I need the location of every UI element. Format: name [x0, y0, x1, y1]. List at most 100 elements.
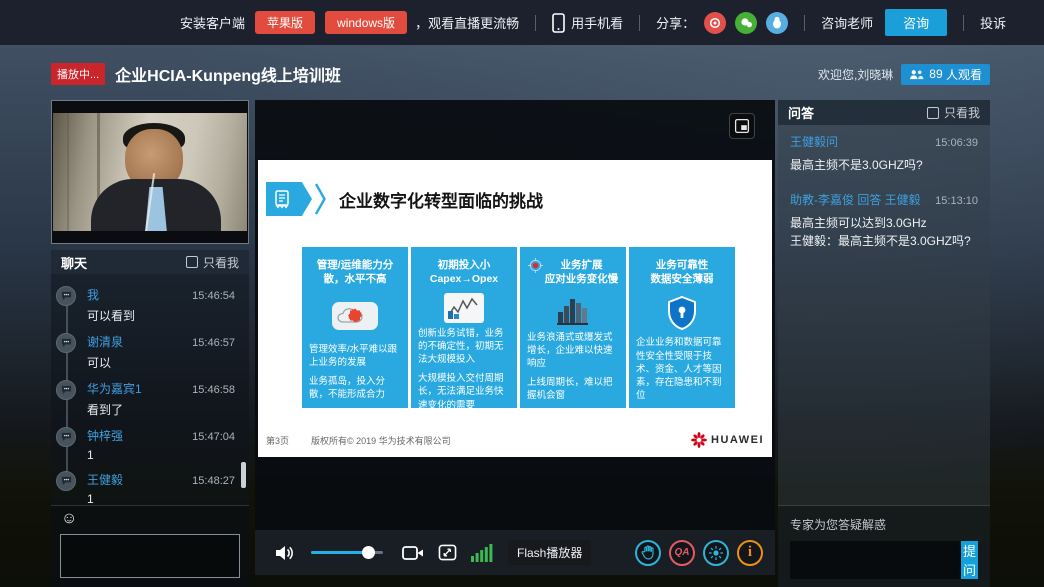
message-text: 1 — [87, 492, 235, 505]
settings-button[interactable] — [703, 540, 729, 566]
weibo-icon[interactable] — [704, 12, 726, 34]
huawei-wordmark: HUAWEI — [711, 434, 764, 446]
presentation-player: 企业数字化转型面临的挑战 管理/运维能力分散，水平不高 管理效率/水平难以跟上业… — [255, 100, 775, 575]
qa-list: 王健毅问 15:06:39 最高主频不是3.0GHZ吗? 助教-李嘉俊 回答 王… — [778, 125, 990, 275]
chat-header: 聊天 只看我 — [51, 250, 249, 274]
qa-only-me-label: 只看我 — [944, 104, 980, 121]
qa-answerer-name: 助教-李嘉俊 回答 王健毅 — [790, 191, 921, 208]
qa-panel: 问答 只看我 王健毅问 15:06:39 最高主频不是3.0GHZ吗? 助教-李… — [778, 100, 990, 587]
chevron-icon — [314, 182, 327, 216]
challenge-box: 业务可靠性 数据安全薄弱 企业业务和数据可靠性安全性受限于技术、资金、人才等因素… — [629, 247, 735, 408]
apple-version-button[interactable]: 苹果版 — [255, 11, 315, 34]
live-classroom-screen: 安装客户端 苹果版 windows版 ，观看直播更流畅 用手机看 分享： 咨询老… — [0, 0, 1044, 587]
emoji-button[interactable]: ☺ — [61, 511, 77, 527]
huawei-logo: HUAWEI — [691, 432, 764, 448]
sender-name: 我 — [87, 286, 99, 303]
chat-message-list: 我15:46:54 可以看到 谢清泉15:46:57 可以 华为嘉宾115:46… — [51, 274, 249, 505]
qa-ask-section: 专家为您答疑解惑 提问 — [778, 505, 990, 587]
box-body: 创新业务试错，业务的不确定性，初期无法大规模投入大规模投入交付周期长，无法满足业… — [411, 323, 517, 418]
timestamp: 15:46:54 — [192, 290, 235, 302]
chat-message: 我 15:46:54 可以看到 — [51, 286, 249, 324]
chat-bubble-avatar-icon — [56, 286, 76, 306]
challenge-box: 初期投入小 Capex→Opex 创新业务试错，业务的不确定性，初期无法大规模投… — [411, 247, 517, 408]
room-title: 企业HCIA-Kunpeng线上培训班 — [115, 62, 341, 86]
windows-version-button[interactable]: windows版 — [325, 11, 407, 34]
chat-title: 聊天 — [61, 253, 87, 272]
volume-slider-knob[interactable] — [362, 546, 375, 559]
qa-button[interactable]: QA — [669, 540, 695, 566]
chat-panel: 聊天 只看我 我15:46:54 可以看到 谢清泉15:46:57 可以 华为嘉… — [51, 250, 249, 587]
qq-icon[interactable] — [766, 12, 788, 34]
wechat-icon[interactable] — [735, 12, 757, 34]
raise-hand-button[interactable] — [635, 540, 661, 566]
watch-on-mobile-label[interactable]: 用手机看 — [571, 13, 623, 32]
share-label: 分享： — [656, 13, 695, 32]
smoother-note: ，观看直播更流畅 — [415, 13, 519, 32]
volume-slider-fill — [311, 551, 369, 554]
page-number: 第3页 — [266, 434, 289, 447]
box-heading: 管理/运维能力分散，水平不高 — [308, 259, 402, 286]
qa-item: 王健毅问 15:06:39 最高主频不是3.0GHZ吗? — [790, 133, 978, 175]
sun-icon — [709, 546, 723, 560]
sender-name: 钟梓强 — [87, 427, 123, 444]
box-heading: 初期投入小 Capex→Opex — [430, 259, 498, 286]
webcam-feed — [53, 113, 247, 231]
speaker-icon[interactable] — [274, 544, 294, 562]
signal-bars-icon — [471, 544, 493, 562]
slide-footer: 第3页 版权所有© 2019 华为技术有限公司 HUAWEI — [266, 432, 764, 448]
box-body: 企业业务和数据可靠性安全性受限于技术、资金、人才等因素，存在隐患和不到位 — [629, 332, 735, 408]
divider — [804, 15, 805, 31]
qa-title: 问答 — [788, 103, 814, 122]
slide-title-pennant — [266, 182, 312, 216]
slide-title: 企业数字化转型面临的挑战 — [339, 187, 543, 212]
swap-screen-button[interactable] — [729, 113, 755, 139]
player-controls: Flash播放器 QA i — [255, 530, 775, 575]
box-heading: 业务扩展 应对业务变化慢 — [545, 259, 619, 286]
chat-only-me-label: 只看我 — [203, 254, 239, 271]
sender-name: 华为嘉宾1 — [87, 380, 142, 397]
line-chart-icon — [411, 293, 517, 323]
playing-status-badge: 播放中... — [51, 63, 105, 85]
document-icon — [274, 190, 290, 209]
info-button[interactable]: i — [737, 540, 763, 566]
viewers-icon — [909, 69, 924, 80]
volume-slider[interactable] — [311, 551, 383, 554]
swap-screen-icon[interactable] — [438, 544, 457, 561]
consult-button[interactable]: 咨询 — [885, 9, 947, 36]
chat-bubble-avatar-icon — [56, 380, 76, 400]
qa-header: 问答 只看我 — [778, 100, 990, 125]
chat-message: 王健毅15:48:27 1 — [51, 471, 249, 505]
qa-only-me-checkbox[interactable] — [927, 107, 939, 119]
chat-message: 钟梓强15:47:04 1 — [51, 427, 249, 462]
shield-lock-icon — [629, 293, 735, 332]
qa-prompt: 专家为您答疑解惑 — [790, 516, 978, 533]
box-heading: 业务可靠性 数据安全薄弱 — [651, 259, 714, 286]
cloud-burst-icon — [302, 293, 408, 339]
camera-icon[interactable] — [402, 545, 424, 561]
chat-scrollbar-thumb[interactable] — [241, 462, 246, 488]
expand-icon — [734, 118, 750, 134]
sender-name: 谢清泉 — [87, 333, 123, 350]
message-text: 看到了 — [87, 401, 235, 418]
welcome-text: 欢迎您,刘晓琳 — [818, 66, 893, 83]
challenge-box: 业务扩展 应对业务变化慢 业务浪涌式或爆发式增长，企业难以快速响应上线周期长，难… — [520, 247, 626, 408]
qa-input[interactable] — [790, 541, 961, 579]
chat-bubble-avatar-icon — [56, 333, 76, 353]
huawei-flower-icon — [691, 432, 707, 448]
timestamp: 15:06:39 — [935, 137, 978, 149]
message-text: 可以看到 — [87, 307, 235, 324]
chat-only-me-checkbox[interactable] — [186, 256, 198, 268]
complaint-button[interactable]: 投诉 — [980, 13, 1006, 32]
chat-bubble-avatar-icon — [56, 427, 76, 447]
timestamp: 15:46:57 — [192, 337, 235, 349]
viewer-count: 89 — [929, 67, 942, 81]
qa-asker-name: 王健毅问 — [790, 133, 838, 150]
chat-footer: ☺ — [51, 505, 249, 587]
copyright-text: 版权所有© 2019 华为技术有限公司 — [311, 434, 451, 447]
chat-input[interactable] — [60, 534, 240, 578]
viewer-count-badge: 89 人观看 — [901, 64, 990, 85]
challenge-box: 管理/运维能力分散，水平不高 管理效率/水平难以跟上业务的发展业务孤岛，投入分散… — [302, 247, 408, 408]
ask-question-button[interactable]: 提问 — [961, 541, 978, 579]
chat-message: 华为嘉宾115:46:58 看到了 — [51, 380, 249, 418]
timestamp: 15:13:10 — [935, 195, 978, 207]
